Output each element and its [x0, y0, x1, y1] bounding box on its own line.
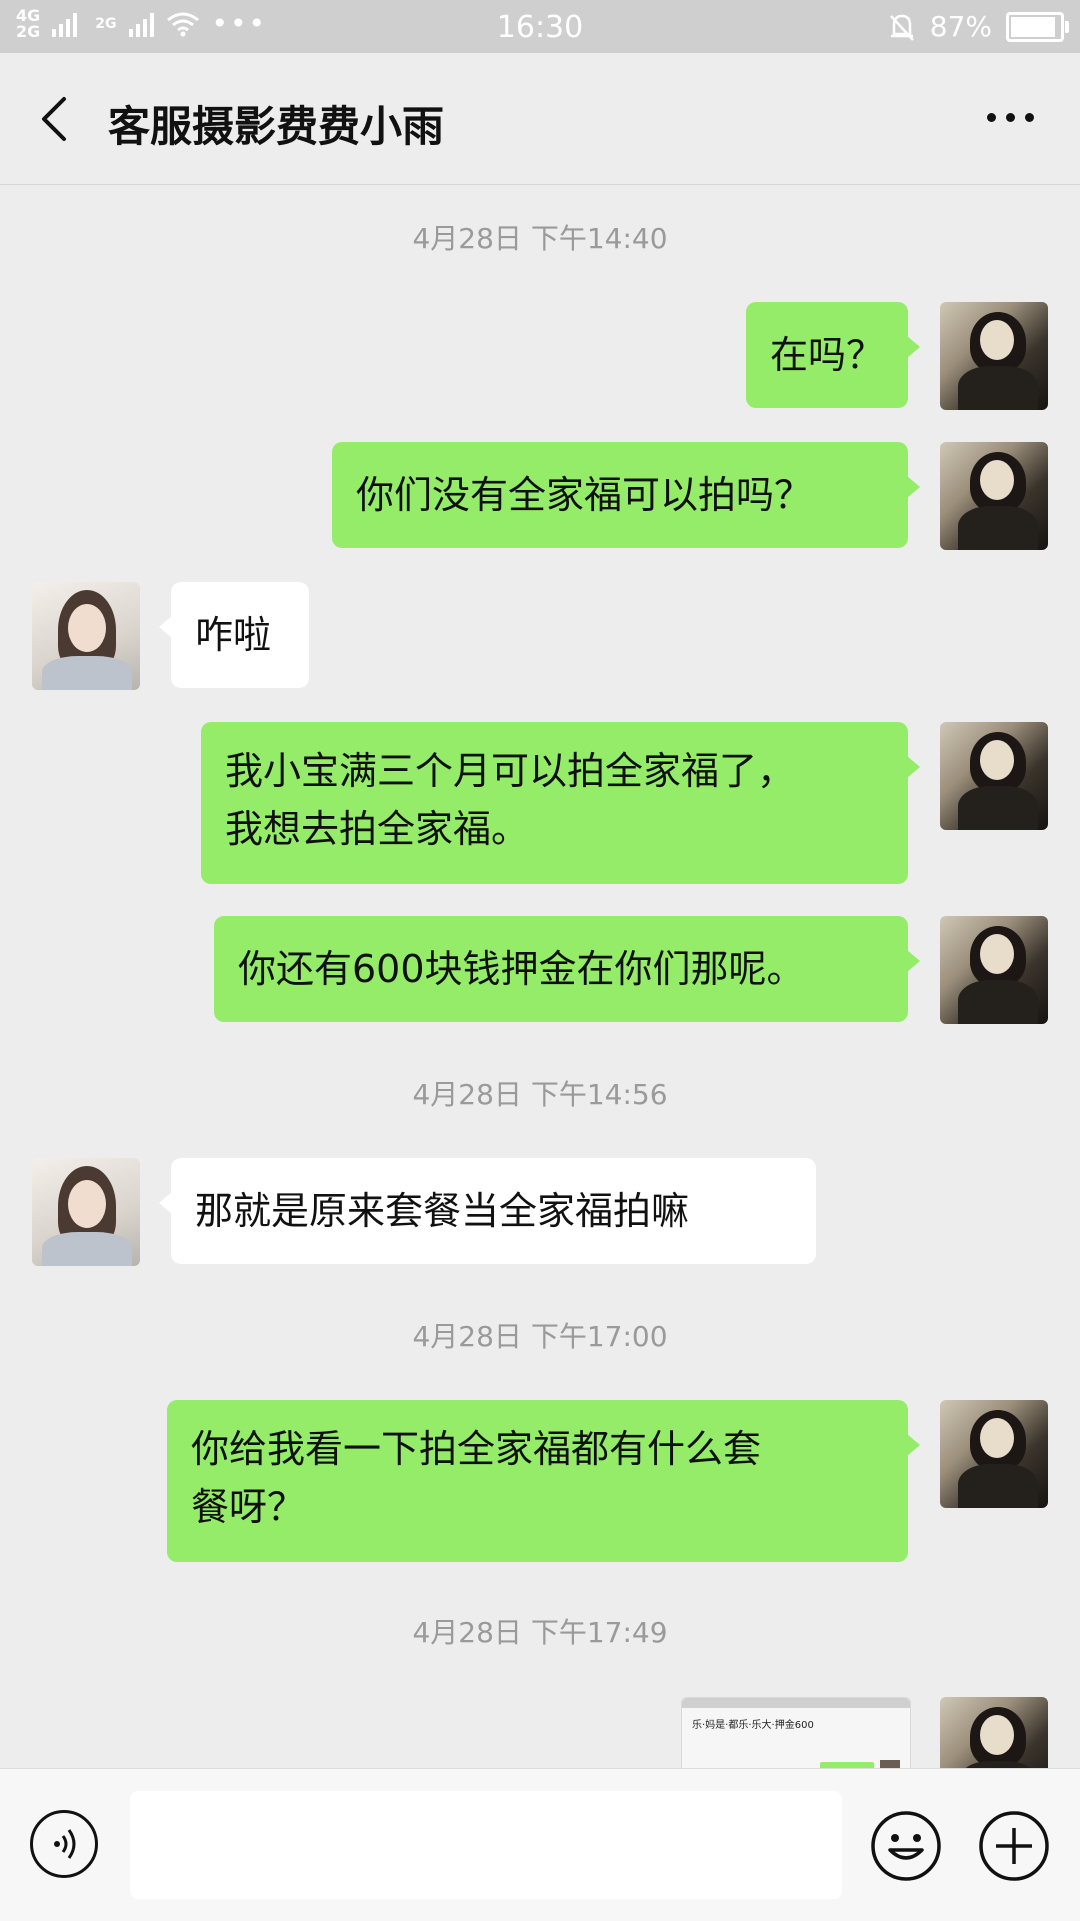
- message-bubble-me[interactable]: 我小宝满三个月可以拍全家福了， 我想去拍全家福。: [201, 722, 920, 884]
- battery-icon: [1006, 11, 1069, 42]
- message-line: 我小宝满三个月可以拍全家福了，: [225, 749, 796, 793]
- status-right: 87%: [888, 10, 1069, 43]
- message-bubble-contact[interactable]: 那就是原来套餐当全家福拍嘛: [159, 1158, 816, 1264]
- plus-icon: [979, 1811, 1049, 1881]
- timestamp: 4月28日 下午14:56: [412, 1078, 668, 1111]
- battery-percent: 87%: [929, 10, 992, 43]
- message-bubble-me[interactable]: 你们没有全家福可以拍吗？: [332, 442, 920, 548]
- timestamp: 4月28日 下午17:00: [412, 1320, 668, 1353]
- emoji-icon: [871, 1811, 941, 1881]
- input-bar: [0, 1768, 1080, 1921]
- message-bubble-me[interactable]: 在吗？: [746, 302, 920, 408]
- mute-bell-icon: [889, 14, 914, 41]
- avatar-contact[interactable]: [32, 1158, 140, 1266]
- emoji-button[interactable]: [870, 1810, 942, 1882]
- image-caption: 乐·妈是·都乐·乐大·押金600: [692, 1720, 814, 1731]
- timestamp: 4月28日 下午17:49: [412, 1616, 668, 1649]
- message-input[interactable]: [130, 1791, 842, 1899]
- avatar-me[interactable]: [940, 302, 1048, 410]
- message-bubble-contact[interactable]: 咋啦: [159, 582, 309, 688]
- more-button[interactable]: [987, 113, 1034, 122]
- back-button[interactable]: [34, 91, 74, 147]
- voice-button[interactable]: [30, 1810, 98, 1878]
- message-line: 餐呀？: [191, 1485, 306, 1529]
- message-text: 你们没有全家福可以拍吗？: [356, 473, 813, 517]
- message-bubble-me[interactable]: 你给我看一下拍全家福都有什么套 餐呀？: [167, 1400, 920, 1562]
- more-dot: [1025, 113, 1034, 122]
- chevron-left-icon: [42, 97, 66, 141]
- message-text: 那就是原来套餐当全家福拍嘛: [195, 1189, 690, 1233]
- avatar-me[interactable]: [940, 1400, 1048, 1508]
- avatar-contact[interactable]: [32, 582, 140, 690]
- more-dot: [1006, 113, 1015, 122]
- plus-button[interactable]: [978, 1810, 1050, 1882]
- image-message[interactable]: 乐·妈是·都乐·乐大·押金600: [681, 1697, 911, 1768]
- thumb-avatar: [880, 1760, 900, 1768]
- status-bar: 4G 2G 2G ••• 16:30 87%: [0, 0, 1080, 53]
- thumb-status-bar: [682, 1698, 910, 1708]
- message-line: 你给我看一下拍全家福都有什么套: [191, 1427, 762, 1471]
- avatar-me[interactable]: [940, 722, 1048, 830]
- message-text: 在吗？: [770, 333, 885, 377]
- chat-header: 客服摄影费费小雨: [0, 53, 1080, 185]
- message-text: 你还有600块钱押金在你们那呢。: [238, 947, 805, 991]
- avatar-me[interactable]: [940, 916, 1048, 1024]
- message-line: 我想去拍全家福。: [225, 807, 530, 851]
- message-text: 咋啦: [195, 613, 272, 657]
- timestamp: 4月28日 下午14:40: [412, 222, 668, 255]
- avatar-me[interactable]: [940, 442, 1048, 550]
- avatar-me[interactable]: [940, 1697, 1048, 1768]
- more-dots-icon: [987, 113, 996, 122]
- message-list[interactable]: 4月28日 下午14:40 在吗？ 你们没有全家福可以拍吗？ 咋啦 我小宝满三个…: [0, 185, 1080, 1768]
- chat-title: 客服摄影费费小雨: [108, 102, 445, 151]
- voice-icon: [54, 1829, 76, 1859]
- message-bubble-me[interactable]: 你还有600块钱押金在你们那呢。: [214, 916, 920, 1022]
